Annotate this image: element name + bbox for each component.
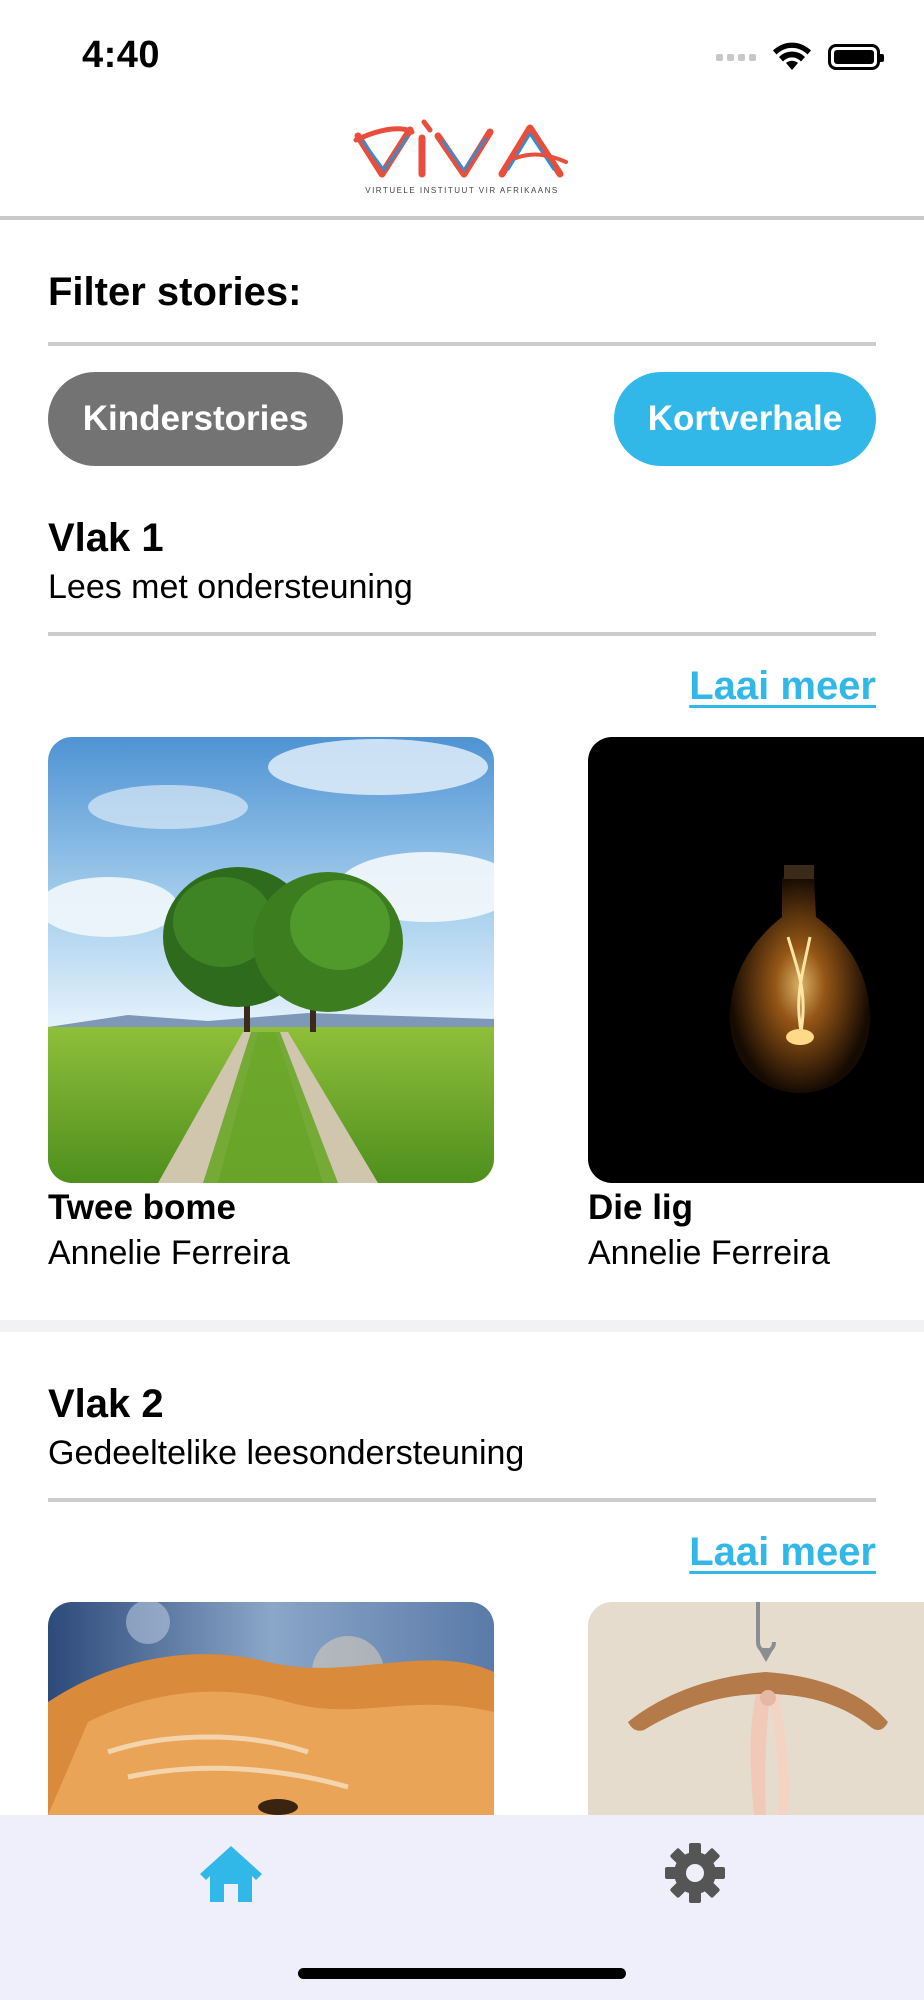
story-author: Annelie Ferreira xyxy=(588,1234,830,1272)
filter-kinderstories-button[interactable]: Kinderstories xyxy=(48,372,343,466)
level-1-divider xyxy=(48,632,876,636)
wifi-icon xyxy=(773,42,811,70)
cellular-signal-icon xyxy=(716,53,756,61)
level-1-load-more-link[interactable]: Laai meer xyxy=(689,664,876,709)
filter-kortverhale-button[interactable]: Kortverhale xyxy=(614,372,876,466)
battery-icon xyxy=(828,44,884,70)
level-2-title: Vlak 2 xyxy=(48,1382,164,1426)
level-2-subtitle: Gedeeltelike leesondersteuning xyxy=(48,1434,525,1472)
tab-settings[interactable] xyxy=(664,1842,726,1904)
home-indicator[interactable] xyxy=(298,1968,626,1979)
viva-logo-mark xyxy=(353,119,568,178)
story-image-die-lig[interactable] xyxy=(588,737,924,1183)
level-1-subtitle: Lees met ondersteuning xyxy=(48,568,413,606)
story-image-twee-bome[interactable] xyxy=(48,737,494,1183)
status-time: 4:40 xyxy=(82,34,161,76)
two-trees-image xyxy=(48,737,494,1183)
wooden-hanger-image xyxy=(588,1602,924,1815)
filter-title: Filter stories: xyxy=(48,270,302,314)
status-icons xyxy=(716,42,884,72)
story-author: Annelie Ferreira xyxy=(48,1234,290,1272)
story-image-hanger[interactable] xyxy=(588,1602,924,1815)
level-1-title: Vlak 1 xyxy=(48,516,164,560)
logo-tagline: VIRTUELE INSTITUUT VIR AFRIKAANS xyxy=(365,186,559,195)
light-bulb-image xyxy=(588,737,924,1183)
orange-cat-image xyxy=(48,1602,494,1815)
header-divider xyxy=(0,216,924,220)
story-title[interactable]: Twee bome xyxy=(48,1188,236,1228)
tab-home[interactable] xyxy=(198,1842,264,1904)
level-2-divider xyxy=(48,1498,876,1502)
story-image-cat[interactable] xyxy=(48,1602,494,1815)
viva-logo: VIRTUELE INSTITUUT VIR AFRIKAANS xyxy=(352,118,572,202)
gear-icon xyxy=(665,1843,725,1903)
filter-divider xyxy=(48,342,876,346)
section-separator xyxy=(0,1320,924,1332)
story-title[interactable]: Die lig xyxy=(588,1188,693,1228)
level-2-load-more-link[interactable]: Laai meer xyxy=(689,1530,876,1575)
home-icon xyxy=(200,1846,262,1902)
